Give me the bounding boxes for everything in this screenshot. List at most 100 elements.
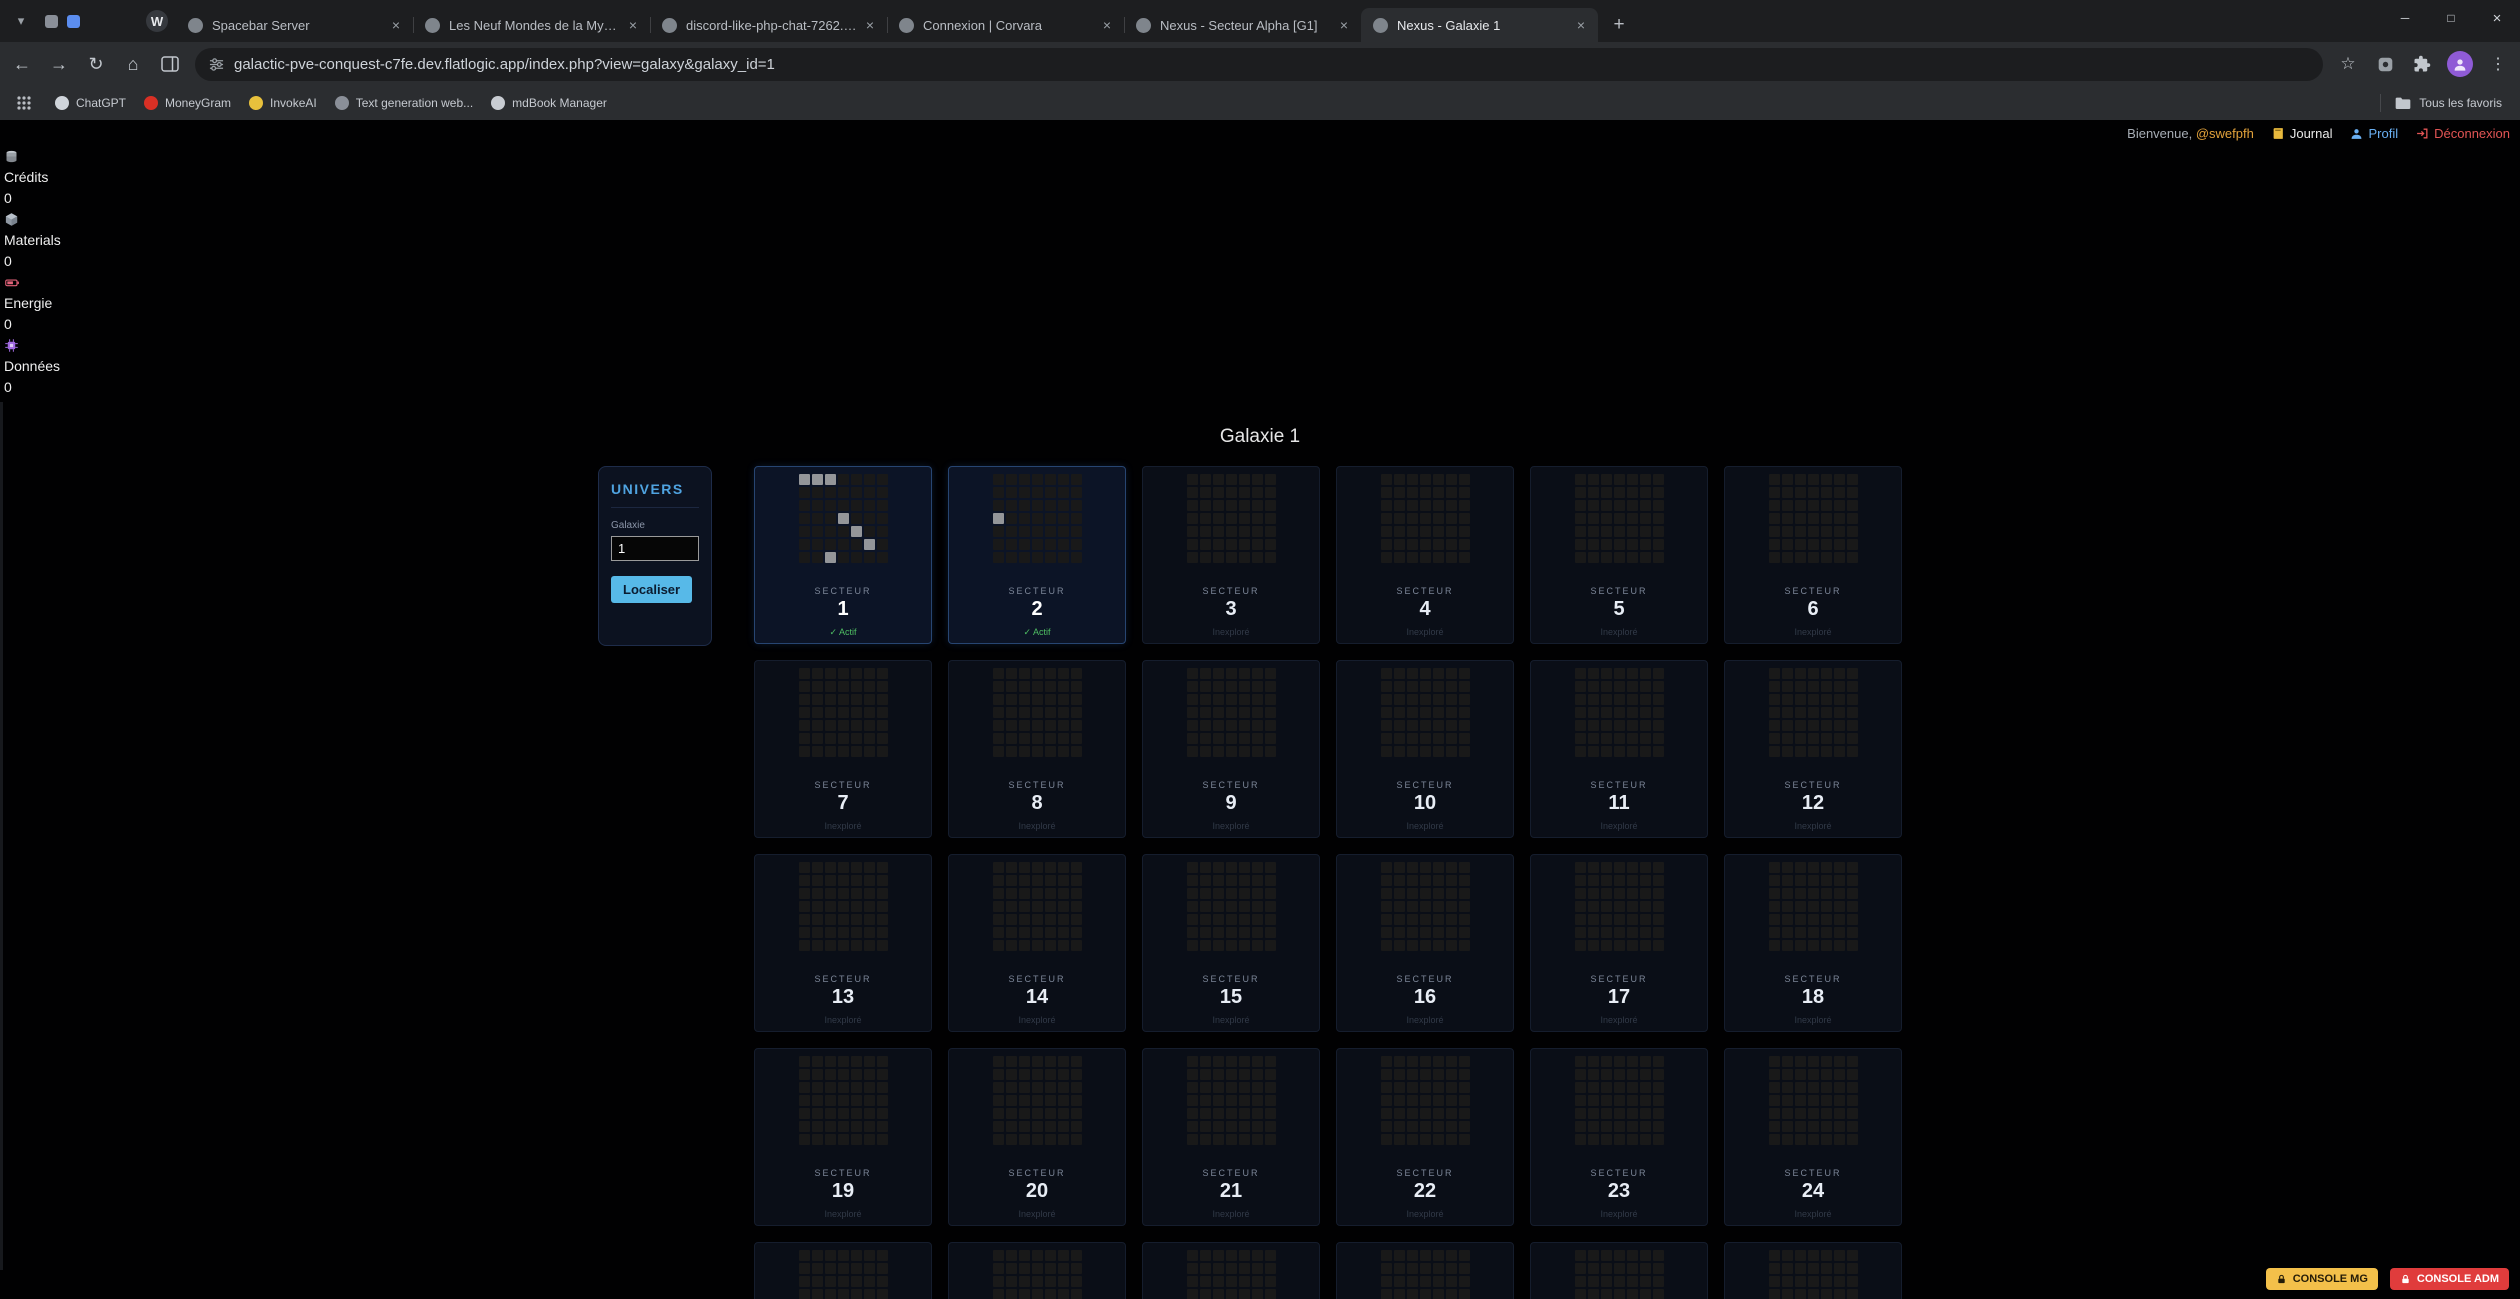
site-info-icon[interactable] (209, 57, 224, 72)
tab-search-button[interactable]: ▾ (6, 0, 36, 42)
forward-button[interactable]: → (47, 52, 71, 76)
console-adm-button[interactable]: CONSOLE ADM (2390, 1268, 2509, 1290)
sector-card[interactable]: SECTEUR16Inexploré (1336, 854, 1514, 1032)
sector-card[interactable]: SECTEUR8Inexploré (948, 660, 1126, 838)
sector-card[interactable]: SECTEUR12Inexploré (1724, 660, 1902, 838)
bookmark-item[interactable]: ChatGPT (46, 90, 135, 116)
sector-cell (1640, 707, 1651, 718)
sector-cell (1808, 940, 1819, 951)
extension-icon[interactable] (2373, 52, 2397, 76)
url-text[interactable]: galactic-pve-conquest-c7fe.dev.flatlogic… (234, 56, 775, 73)
side-panel-button[interactable] (158, 52, 182, 76)
sector-cell (1575, 733, 1586, 744)
sector-card[interactable]: SECTEUR20Inexploré (948, 1048, 1126, 1226)
sector-cell (1252, 694, 1263, 705)
sector-card[interactable] (1142, 1242, 1320, 1299)
sector-cell (851, 914, 862, 925)
sector-card[interactable] (1336, 1242, 1514, 1299)
sector-status: ✓ Actif (949, 627, 1125, 638)
sector-card[interactable]: SECTEUR21Inexploré (1142, 1048, 1320, 1226)
sector-card[interactable]: SECTEUR24Inexploré (1724, 1048, 1902, 1226)
sector-cell (1420, 539, 1431, 550)
sector-card[interactable]: SECTEUR1✓ Actif (754, 466, 932, 644)
sector-card[interactable] (754, 1242, 932, 1299)
tab-close-icon[interactable]: × (1098, 16, 1116, 34)
sector-cell (1653, 474, 1664, 485)
bookmark-item[interactable]: InvokeAI (240, 90, 326, 116)
back-button[interactable]: ← (10, 52, 34, 76)
sector-card[interactable]: SECTEUR7Inexploré (754, 660, 932, 838)
sector-cell (993, 1289, 1004, 1299)
all-bookmarks[interactable]: Tous les favoris (2380, 94, 2508, 112)
sector-cell (1071, 888, 1082, 899)
maximize-button[interactable]: □ (2428, 0, 2474, 36)
sector-card[interactable]: SECTEUR15Inexploré (1142, 854, 1320, 1032)
pinned-tab-2[interactable] (67, 15, 80, 28)
bookmark-star-icon[interactable]: ☆ (2336, 52, 2360, 76)
pinned-tab-1[interactable] (45, 15, 58, 28)
browser-tab[interactable]: discord-like-php-chat-7262.de...× (650, 8, 887, 42)
sector-card[interactable]: SECTEUR23Inexploré (1530, 1048, 1708, 1226)
sector-card[interactable]: SECTEUR18Inexploré (1724, 854, 1902, 1032)
sector-card[interactable]: SECTEUR17Inexploré (1530, 854, 1708, 1032)
localiser-button[interactable]: Localiser (611, 576, 692, 603)
reload-button[interactable]: ↻ (84, 52, 108, 76)
browser-tab[interactable]: Connexion | Corvara× (887, 8, 1124, 42)
sector-card[interactable]: SECTEUR10Inexploré (1336, 660, 1514, 838)
tab-close-icon[interactable]: × (861, 16, 879, 34)
address-bar[interactable]: galactic-pve-conquest-c7fe.dev.flatlogic… (195, 48, 2323, 81)
home-button[interactable]: ⌂ (121, 52, 145, 76)
sector-cell (1019, 888, 1030, 899)
pinned-tab-wordpress[interactable]: W (146, 10, 168, 32)
galaxy-id-input[interactable] (611, 536, 699, 561)
profile-avatar[interactable] (2447, 51, 2473, 77)
left-scrollbar[interactable] (0, 402, 3, 1270)
sector-card[interactable]: SECTEUR4Inexploré (1336, 466, 1514, 644)
sector-cell (1795, 1095, 1806, 1106)
sector-card[interactable] (948, 1242, 1126, 1299)
sector-card[interactable]: SECTEUR6Inexploré (1724, 466, 1902, 644)
close-button[interactable]: × (2474, 0, 2520, 36)
tab-close-icon[interactable]: × (387, 16, 405, 34)
sector-card[interactable]: SECTEUR11Inexploré (1530, 660, 1708, 838)
sector-cell (1407, 1082, 1418, 1093)
sector-cell (1420, 1250, 1431, 1261)
browser-tab[interactable]: Spacebar Server× (176, 8, 413, 42)
apps-grid-icon[interactable] (12, 91, 36, 115)
sector-card[interactable] (1724, 1242, 1902, 1299)
tab-close-icon[interactable]: × (1335, 16, 1353, 34)
sector-card[interactable]: SECTEUR9Inexploré (1142, 660, 1320, 838)
sector-cell (1847, 720, 1858, 731)
browser-tab[interactable]: Les Neuf Mondes de la Mythol...× (413, 8, 650, 42)
sector-card[interactable]: SECTEUR22Inexploré (1336, 1048, 1514, 1226)
sector-card[interactable]: SECTEUR14Inexploré (948, 854, 1126, 1032)
browser-menu-icon[interactable]: ⋮ (2486, 52, 2510, 76)
bookmark-item[interactable]: mdBook Manager (482, 90, 616, 116)
sector-cell (1226, 474, 1237, 485)
console-mg-button[interactable]: CONSOLE MG (2266, 1268, 2378, 1290)
sector-cell (1239, 513, 1250, 524)
minimize-button[interactable]: ─ (2382, 0, 2428, 36)
sector-card[interactable] (1530, 1242, 1708, 1299)
journal-link[interactable]: Journal (2272, 126, 2333, 141)
bookmark-item[interactable]: Text generation web... (326, 90, 482, 116)
bookmark-item[interactable]: MoneyGram (135, 90, 240, 116)
sector-card[interactable]: SECTEUR5Inexploré (1530, 466, 1708, 644)
tab-close-icon[interactable]: × (624, 16, 642, 34)
logout-link[interactable]: Déconnexion (2416, 126, 2510, 141)
browser-tab[interactable]: Nexus - Galaxie 1× (1361, 8, 1598, 42)
browser-tab[interactable]: Nexus - Secteur Alpha [G1]× (1124, 8, 1361, 42)
sector-card[interactable]: SECTEUR3Inexploré (1142, 466, 1320, 644)
sector-cell (838, 707, 849, 718)
sector-cell (1446, 914, 1457, 925)
sector-status: Inexploré (1337, 821, 1513, 831)
sector-card[interactable]: SECTEUR19Inexploré (754, 1048, 932, 1226)
new-tab-button[interactable]: + (1604, 10, 1634, 40)
sector-cell (1032, 681, 1043, 692)
sector-card[interactable]: SECTEUR2✓ Actif (948, 466, 1126, 644)
extensions-puzzle-icon[interactable] (2410, 52, 2434, 76)
profile-link[interactable]: Profil (2350, 126, 2398, 141)
tab-close-icon[interactable]: × (1572, 16, 1590, 34)
sector-card[interactable]: SECTEUR13Inexploré (754, 854, 932, 1032)
sector-cell (1834, 513, 1845, 524)
